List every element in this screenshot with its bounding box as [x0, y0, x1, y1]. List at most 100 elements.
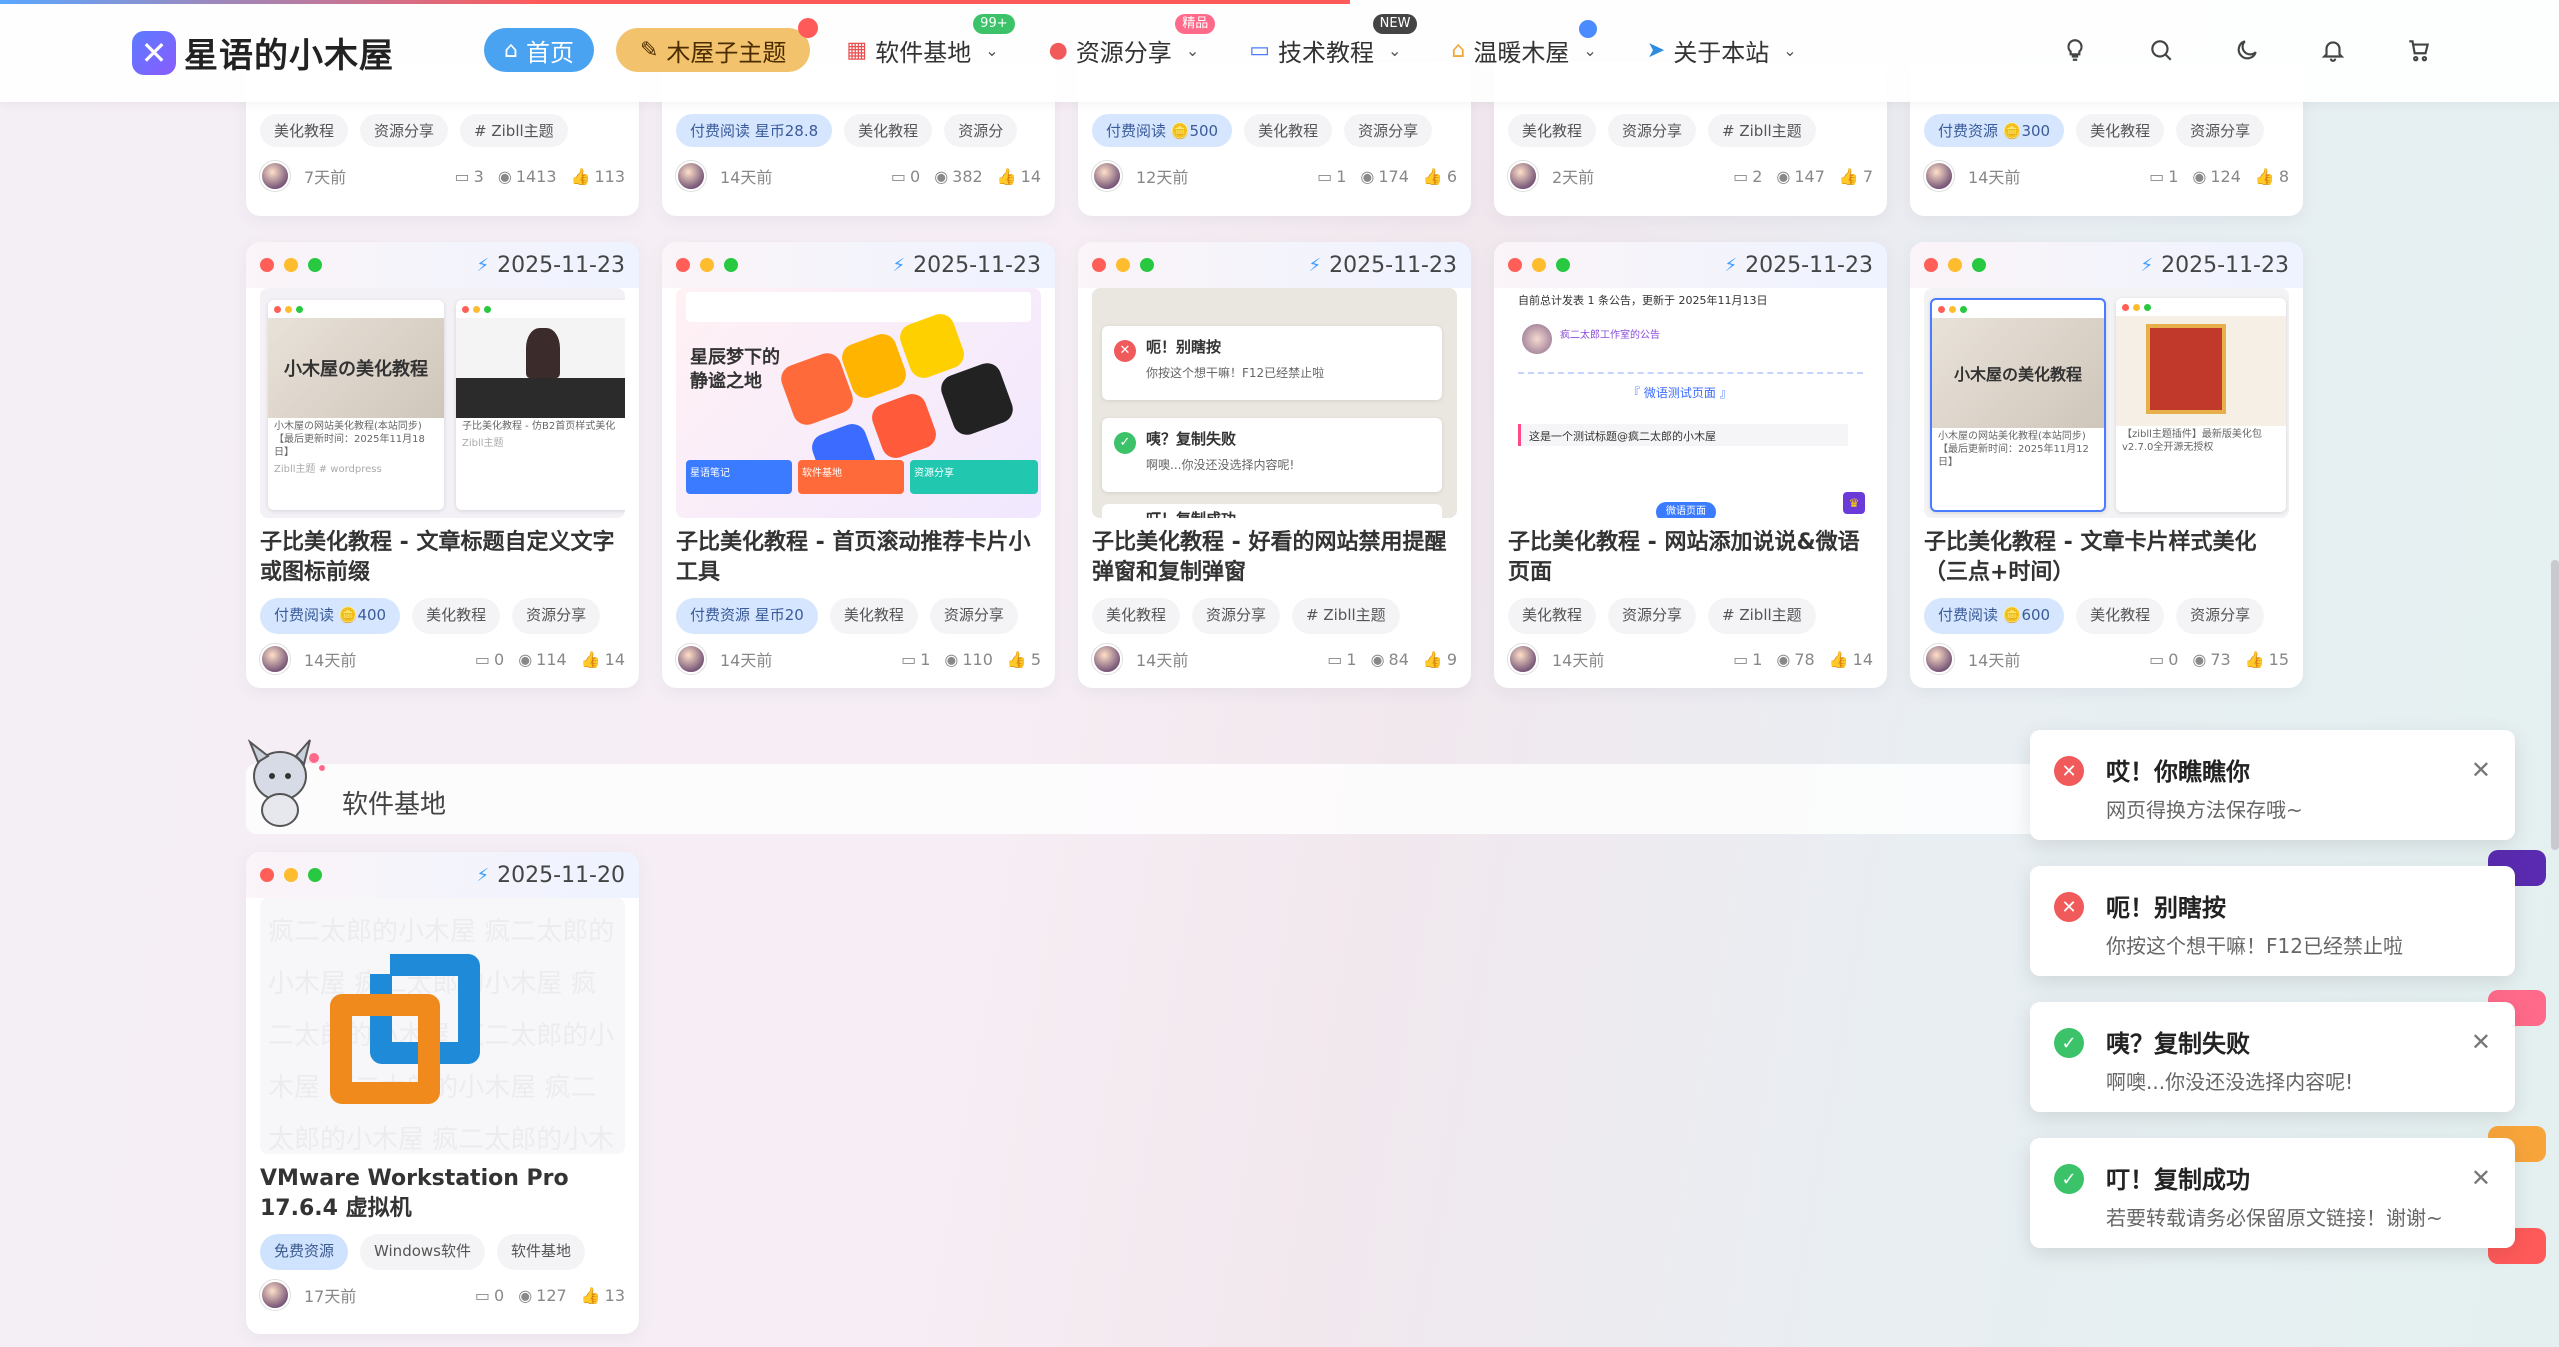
post-title[interactable]: 子比美化教程 - 网站添加说说&微语页面 [1494, 518, 1887, 588]
comment-icon: ▭ [2149, 166, 2165, 186]
post-thumbnail[interactable]: 小木屋の美化教程 小木屋の网站美化教程(本站同步)【最后更新时间：2025年11… [260, 288, 625, 518]
post-thumbnail[interactable]: 星辰梦下的静谧之地 星语笔记 软件基地 资源分享 [676, 288, 1041, 518]
tag-list: 付费资源 星币20 美化教程 资源分享 [662, 588, 1055, 634]
tag-list: 付费阅读 🪙600 美化教程 资源分享 [1910, 588, 2303, 634]
tag[interactable]: 美化教程 [2076, 598, 2165, 634]
close-icon[interactable]: ✕ [2471, 1028, 2491, 1056]
nav-about[interactable]: ➤ 关于本站 ⌄ [1633, 28, 1811, 72]
nav-home[interactable]: ⌂ 首页 [484, 28, 594, 72]
eye-icon: ◉ [518, 649, 533, 669]
tag[interactable]: 资源分享 [1608, 114, 1697, 147]
lightbulb-icon[interactable] [2055, 30, 2095, 70]
price-tag[interactable]: 付费资源 🪙300 [1924, 114, 2065, 147]
tag[interactable]: 美化教程 [829, 598, 918, 634]
tag[interactable]: 资源分享 [360, 114, 449, 147]
like-count: 👍 7 [1838, 166, 1873, 186]
post-title[interactable]: 子比美化教程 - 文章标题自定义文字或图标前缀 [246, 518, 639, 588]
nav-tutorials[interactable]: ▭ 技术教程 ⌄ NEW [1235, 14, 1418, 72]
tag[interactable]: 资源分享 [2176, 114, 2265, 147]
search-icon[interactable] [2141, 30, 2181, 70]
avatar[interactable] [1924, 644, 1954, 674]
comment-icon: ▭ [901, 649, 917, 669]
comment-count: ▭ 0 [474, 1285, 505, 1305]
avatar[interactable] [676, 161, 706, 191]
post-card[interactable]: ⚡ 2025-11-23 星辰梦下的静谧之地 星语笔记 软件基地 资源分享 子比美… [662, 242, 1055, 688]
tag[interactable]: 资源分享 [1608, 598, 1697, 634]
eye-icon: ◉ [1360, 166, 1375, 186]
tag[interactable]: # Zibll主题 [1708, 598, 1816, 634]
sparkle-icon: ⚡ [2140, 254, 2154, 276]
post-title[interactable]: VMware Workstation Pro 17.6.4 虚拟机 [246, 1154, 639, 1224]
avatar[interactable] [1508, 644, 1538, 674]
section-title[interactable]: 软件基地 [342, 784, 446, 821]
tag[interactable]: 资源分享 [929, 598, 1018, 634]
eye-icon: ◉ [518, 1285, 533, 1305]
avatar[interactable] [1092, 644, 1122, 674]
tag[interactable]: # Zibll主题 [1708, 114, 1816, 147]
bell-icon[interactable] [2313, 30, 2353, 70]
post-title[interactable]: 子比美化教程 - 好看的网站禁用提醒弹窗和复制弹窗 [1078, 518, 1471, 588]
tag[interactable]: Windows软件 [360, 1234, 485, 1270]
price-tag[interactable]: 付费阅读 🪙600 [1924, 598, 2065, 634]
scrollbar[interactable] [2551, 560, 2559, 850]
post-card[interactable]: ⚡ 2025-11-23 小木屋の美化教程 小木屋の网站美化教程(本站同步)【最后… [1910, 242, 2303, 688]
post-date: 2025-11-20 [497, 862, 625, 888]
post-thumbnail[interactable]: ✕ 呃！别瞎按 你按这个想干嘛！F12已经禁止啦 ✓ 咦？复制失败 啊噢...你… [1092, 288, 1457, 518]
avatar[interactable] [676, 644, 706, 674]
nav-resources[interactable]: ● 资源分享 ⌄ 精品 [1035, 14, 1216, 72]
house-icon: ⌂ [1451, 37, 1466, 63]
avatar[interactable] [1508, 161, 1538, 191]
close-icon[interactable]: ✕ [2471, 1164, 2491, 1192]
price-tag[interactable]: 付费阅读 🪙500 [1092, 114, 1233, 147]
post-thumbnail[interactable]: 自前总计发表 1 条公告，更新于 2025年11月13日 疯二太郎工作室的公告 … [1508, 288, 1873, 518]
avatar[interactable] [260, 644, 290, 674]
tag[interactable]: 美化教程 [412, 598, 501, 634]
post-card[interactable]: ⚡ 2025-11-23 ✕ 呃！别瞎按 你按这个想干嘛！F12已经禁止啦 ✓ 咦… [1078, 242, 1471, 688]
tag[interactable]: 美化教程 [2076, 114, 2165, 147]
tag[interactable]: # Zibll主题 [460, 114, 568, 147]
post-card[interactable]: ⚡ 2025-11-20 疯二太郎的小木屋 疯二太郎的小木屋 疯二太郎的小木屋 疯… [246, 852, 639, 1334]
nav-warm-cabin[interactable]: ⌂ 温暖木屋 ⌄ [1437, 20, 1610, 72]
tag[interactable]: 资源分享 [1192, 598, 1281, 634]
post-time: 17天前 [304, 1287, 357, 1306]
post-thumbnail[interactable]: 疯二太郎的小木屋 疯二太郎的小木屋 疯二太郎的小木屋 疯二太郎的小木屋 疯二太郎… [260, 898, 625, 1154]
post-thumbnail[interactable]: 小木屋の美化教程 小木屋の网站美化教程(本站同步)【最后更新时间：2025年11… [1924, 288, 2289, 518]
price-tag[interactable]: 付费阅读 星币28.8 [676, 114, 833, 147]
tag[interactable]: 美化教程 [1508, 114, 1597, 147]
tag[interactable]: 资源分 [944, 114, 1018, 147]
tag[interactable]: 美化教程 [1092, 598, 1181, 634]
comment-icon: ▭ [474, 649, 491, 669]
tag[interactable]: 美化教程 [844, 114, 933, 147]
tag[interactable]: 资源分享 [2176, 598, 2265, 634]
post-date: 2025-11-23 [497, 252, 625, 278]
close-icon[interactable]: ✕ [2471, 756, 2491, 784]
avatar[interactable] [1092, 161, 1122, 191]
tag[interactable]: 美化教程 [260, 114, 349, 147]
tag[interactable]: 美化教程 [1244, 114, 1333, 147]
price-tag[interactable]: 付费资源 星币20 [676, 598, 818, 634]
nav-theme[interactable]: ✎ 木屋子主题 [615, 18, 819, 72]
view-count: ◉ 84 [1370, 649, 1409, 669]
avatar[interactable] [260, 1280, 290, 1310]
tag[interactable]: 美化教程 [1508, 598, 1597, 634]
tag[interactable]: 软件基地 [496, 1234, 585, 1270]
post-card[interactable]: ⚡ 2025-11-23 小木屋の美化教程 小木屋の网站美化教程(本站同步)【最后… [246, 242, 639, 688]
avatar[interactable] [260, 161, 290, 191]
avatar[interactable] [1924, 161, 1954, 191]
post-title[interactable]: 子比美化教程 - 首页滚动推荐卡片小工具 [662, 518, 1055, 588]
post-title[interactable]: 子比美化教程 - 文章卡片样式美化（三点+时间） [1910, 518, 2303, 588]
eye-icon: ◉ [944, 649, 959, 669]
site-logo[interactable]: ✕ 星语的小木屋 [132, 28, 394, 77]
tag[interactable]: 资源分享 [512, 598, 601, 634]
tag[interactable]: # Zibll主题 [1292, 598, 1400, 634]
cart-icon[interactable] [2399, 30, 2439, 70]
nav-software[interactable]: ▦ 软件基地 ⌄ 99+ [832, 14, 1015, 72]
price-tag[interactable]: 付费阅读 🪙400 [260, 598, 401, 634]
moon-icon[interactable] [2227, 30, 2267, 70]
view-count: ◉ 124 [2192, 166, 2241, 186]
price-tag[interactable]: 免费资源 [260, 1234, 349, 1270]
post-card[interactable]: ⚡ 2025-11-23 自前总计发表 1 条公告，更新于 2025年11月13日… [1494, 242, 1887, 688]
comment-icon: ▭ [2149, 649, 2165, 669]
tag[interactable]: 资源分享 [1344, 114, 1433, 147]
thumbs-up-icon: 👍 [1422, 649, 1443, 669]
